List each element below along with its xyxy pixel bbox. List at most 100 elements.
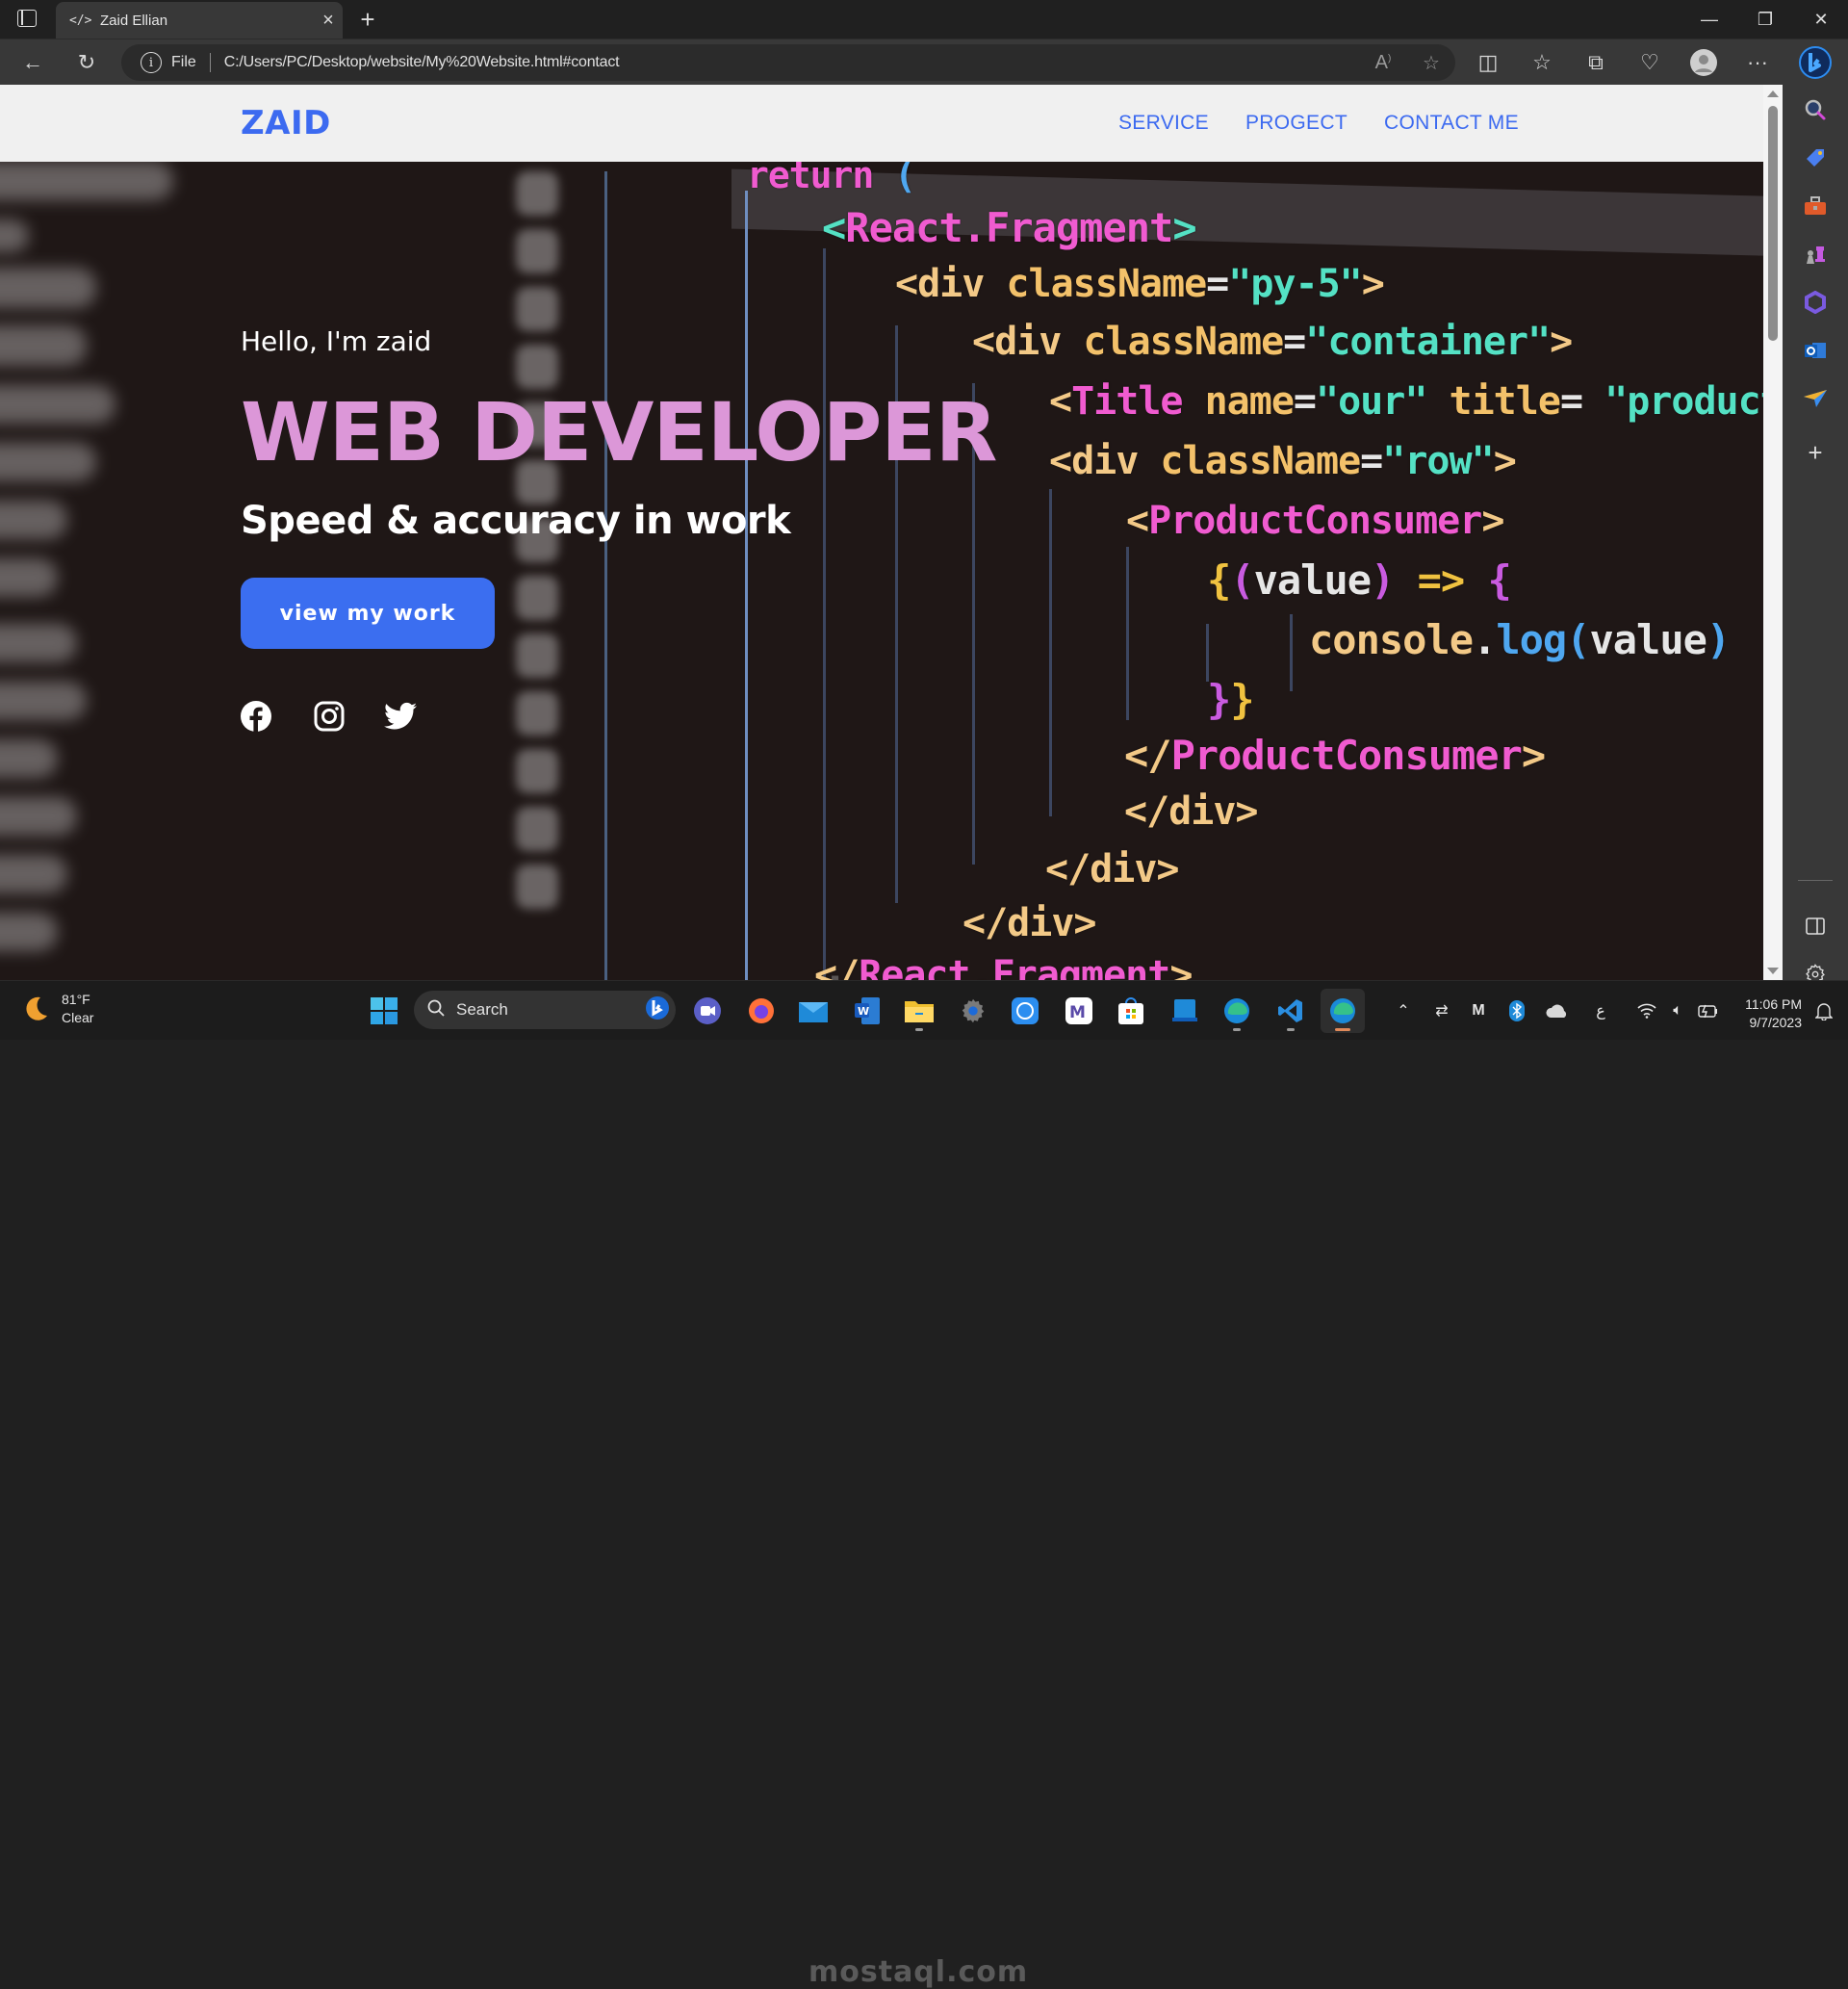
tab-close-icon[interactable]: × <box>314 10 343 32</box>
instagram-link[interactable] <box>312 699 346 734</box>
taskbar-app-settings[interactable] <box>951 989 995 1033</box>
sidebar-add-icon[interactable]: + <box>1783 433 1848 472</box>
nav-link-project[interactable]: PROGECT <box>1245 112 1348 135</box>
code-token: </ <box>1124 732 1172 779</box>
taskbar-search[interactable]: Search <box>414 991 676 1029</box>
code-token: > <box>1169 953 1193 980</box>
address-bar[interactable]: i File C:/Users/PC/Desktop/website/My%20… <box>121 44 1455 81</box>
bluetooth-icon[interactable] <box>1503 994 1530 1027</box>
code-line: </div> <box>962 901 1096 945</box>
collections-icon[interactable]: ⧉ <box>1577 39 1615 86</box>
input-language[interactable]: ع <box>1588 994 1613 1027</box>
taskbar-app-mail[interactable] <box>791 989 835 1033</box>
taskbar-app-firefox[interactable] <box>739 989 783 1033</box>
notifications-bell-icon[interactable] <box>1810 994 1838 1027</box>
hide-sidebar-icon[interactable] <box>1783 907 1848 945</box>
taskbar-app-phone-link[interactable] <box>1163 989 1207 1033</box>
code-token: ( <box>873 162 916 196</box>
taskbar-app-vscode[interactable] <box>1269 989 1313 1033</box>
sidebar-shopping-icon[interactable] <box>1783 139 1848 177</box>
more-menu-icon[interactable]: ··· <box>1738 39 1777 86</box>
taskbar-app-file-explorer[interactable] <box>897 989 941 1033</box>
restore-button[interactable]: ❐ <box>1736 0 1794 39</box>
code-token: <div <box>895 262 1007 306</box>
refresh-icon[interactable]: ↻ <box>67 39 106 86</box>
code-token: > <box>1550 320 1573 364</box>
sidebar-games-icon[interactable] <box>1783 235 1848 273</box>
bg-blur-shape <box>0 624 77 662</box>
scroll-up-arrow-icon[interactable] <box>1767 90 1779 97</box>
hero-greeting: Hello, I'm zaid <box>241 325 432 357</box>
taskbar-app-word[interactable]: W <box>845 989 889 1033</box>
nav-link-contact[interactable]: CONTACT ME <box>1384 112 1519 135</box>
sidebar-drop-icon[interactable] <box>1783 379 1848 418</box>
svg-text:W: W <box>858 1005 869 1018</box>
taskbar-app-store[interactable] <box>1109 989 1153 1033</box>
bg-blur-shape <box>516 691 558 736</box>
taskbar-app-edge[interactable] <box>1215 989 1259 1033</box>
code-token: > <box>1493 439 1517 483</box>
system-clock[interactable]: 11:06 PM 9/7/2023 <box>1725 995 1802 1032</box>
wifi-icon[interactable] <box>1632 994 1661 1027</box>
favorite-star-icon[interactable]: ☆ <box>1407 51 1455 75</box>
bing-copilot-icon[interactable] <box>1794 39 1836 86</box>
code-token: "row" <box>1382 439 1494 483</box>
indent-guide <box>823 248 826 980</box>
browser-tab[interactable]: </> Zaid Ellian × <box>56 2 343 39</box>
tray-controls-icon[interactable]: ⇄ <box>1426 994 1457 1027</box>
show-hidden-icons-chevron[interactable]: ⌃ <box>1388 994 1419 1027</box>
start-button[interactable] <box>362 989 406 1033</box>
scroll-thumb[interactable] <box>1768 106 1778 341</box>
site-navbar: ZAID SERVICE PROGECT CONTACT ME <box>0 85 1763 162</box>
sidebar-outlook-icon[interactable] <box>1783 331 1848 370</box>
browser-essentials-icon[interactable]: ♡ <box>1630 39 1669 86</box>
close-window-button[interactable]: ✕ <box>1792 0 1848 39</box>
url-field[interactable]: C:/Users/PC/Desktop/website/My%20Website… <box>224 54 1359 71</box>
battery-icon[interactable] <box>1694 994 1723 1027</box>
code-token: { <box>1207 556 1231 604</box>
taskbar-app-edge-active[interactable] <box>1321 989 1365 1033</box>
split-screen-icon[interactable]: ◫ <box>1469 39 1507 86</box>
code-token: title <box>1449 379 1561 424</box>
facebook-icon <box>241 701 271 733</box>
taskbar-app-mastodon[interactable]: M <box>1057 989 1101 1033</box>
facebook-link[interactable] <box>239 699 273 734</box>
minimize-button[interactable]: — <box>1681 0 1738 39</box>
moon-icon <box>26 996 47 1020</box>
code-token: < <box>1049 379 1072 424</box>
watermark-arabic: مستقل <box>808 970 949 980</box>
volume-icon[interactable]: 🔈︎ <box>1663 994 1692 1027</box>
favorites-icon[interactable]: ☆ <box>1523 39 1561 86</box>
page-scrollbar[interactable] <box>1763 85 1783 980</box>
view-my-work-button[interactable]: view my work <box>241 578 495 649</box>
sidebar-tools-icon[interactable] <box>1783 187 1848 225</box>
sidebar-search-icon[interactable] <box>1783 90 1848 129</box>
twitter-link[interactable] <box>383 699 418 734</box>
bg-blur-shape <box>516 749 558 793</box>
scroll-down-arrow-icon[interactable] <box>1767 968 1779 974</box>
tab-actions-icon[interactable] <box>17 10 37 27</box>
profile-avatar[interactable] <box>1684 39 1723 86</box>
sidebar-microsoft365-icon[interactable] <box>1783 283 1848 322</box>
code-line: <div className="container"> <box>972 320 1573 364</box>
nav-link-service[interactable]: SERVICE <box>1118 112 1209 135</box>
tray-mastodon-icon[interactable]: M <box>1463 994 1494 1027</box>
onedrive-icon[interactable] <box>1542 994 1573 1027</box>
code-token: = <box>1283 320 1306 364</box>
info-icon[interactable]: i <box>141 52 162 73</box>
code-token: ProductConsumer <box>1170 732 1523 779</box>
read-aloud-icon[interactable]: A) <box>1359 52 1407 74</box>
code-token: className <box>1006 262 1207 306</box>
back-arrow-icon[interactable]: ← <box>13 39 52 86</box>
taskbar-app-teams[interactable] <box>685 989 730 1033</box>
hero-tagline: Speed & accuracy in work <box>241 499 791 543</box>
code-line: </ProductConsumer> <box>1124 732 1546 779</box>
new-tab-button[interactable]: + <box>352 4 383 35</box>
weather-temp: 81°F <box>62 992 90 1007</box>
site-logo[interactable]: ZAID <box>241 104 331 142</box>
taskbar-app-messenger[interactable] <box>1003 989 1047 1033</box>
code-token: ProductConsumer <box>1148 499 1482 543</box>
code-token: </div> <box>1045 847 1179 891</box>
code-token: < <box>822 204 846 251</box>
weather-widget[interactable]: 81°F Clear <box>21 991 93 1027</box>
